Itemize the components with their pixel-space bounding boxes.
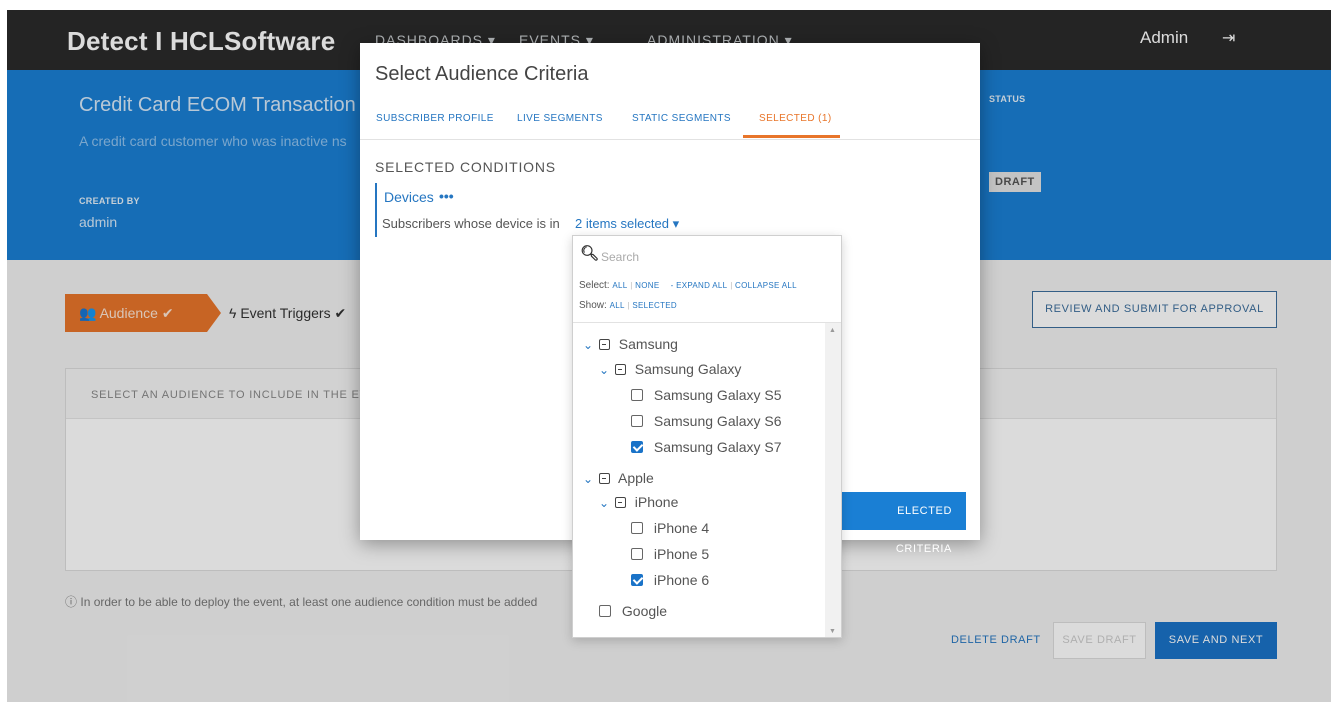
- active-tab-indicator: [743, 135, 840, 138]
- condition-name: Devices: [384, 189, 434, 205]
- tree-node-iphone[interactable]: ⌄ iPhone: [599, 491, 678, 513]
- search-input[interactable]: [601, 244, 831, 270]
- select-all-link[interactable]: ALL: [612, 281, 627, 290]
- tree-item-galaxy-s7[interactable]: Samsung Galaxy S7: [631, 436, 782, 458]
- tree-node-apple[interactable]: ⌄ Apple: [583, 467, 654, 489]
- tree-item-google[interactable]: Google: [599, 600, 667, 622]
- partial-check-icon[interactable]: [614, 364, 626, 375]
- items-selected-dropdown[interactable]: 2 items selected ▾: [575, 216, 679, 232]
- condition-text: Subscribers whose device is in: [382, 216, 560, 231]
- tab-static-segments[interactable]: STATIC SEGMENTS: [632, 113, 731, 124]
- partial-check-icon[interactable]: [598, 473, 610, 484]
- app-frame: Detect I HCLSoftware DASHBOARDS ▾ EVENTS…: [7, 10, 1331, 702]
- apply-selected-criteria-button[interactable]: ELECTED CRITERIA: [838, 492, 966, 555]
- scroll-down-icon[interactable]: ▼: [829, 628, 836, 635]
- checkbox[interactable]: [631, 522, 643, 534]
- scroll-up-icon[interactable]: ▲: [829, 327, 836, 334]
- tab-subscriber-profile[interactable]: SUBSCRIBER PROFILE: [376, 113, 494, 124]
- caret-down-icon: ▾: [672, 216, 680, 231]
- tree-item-galaxy-s5[interactable]: Samsung Galaxy S5: [631, 384, 782, 406]
- tree-node-samsung-galaxy[interactable]: ⌄ Samsung Galaxy: [599, 358, 741, 380]
- collapse-all-link[interactable]: COLLAPSE ALL: [735, 281, 797, 290]
- condition-accent-bar: [375, 183, 377, 237]
- tab-live-segments[interactable]: LIVE SEGMENTS: [517, 113, 603, 124]
- more-options-icon[interactable]: •••: [439, 188, 454, 204]
- partial-check-icon[interactable]: [614, 497, 626, 508]
- checkbox-checked[interactable]: [631, 441, 643, 453]
- device-tree: ⌄ Samsung ⌄ Samsung Galaxy Samsung Galax…: [573, 323, 825, 637]
- checkbox-checked[interactable]: [631, 574, 643, 586]
- tree-item-iphone-6[interactable]: iPhone 6: [631, 569, 709, 591]
- tree-node-samsung[interactable]: ⌄ Samsung: [583, 333, 678, 355]
- select-controls: Select: ALL | NONE - EXPAND ALL | COLLAP…: [579, 280, 797, 291]
- tree-item-iphone-5[interactable]: iPhone 5: [631, 543, 709, 565]
- checkbox[interactable]: [631, 415, 643, 427]
- chevron-down-icon[interactable]: ⌄: [599, 492, 611, 514]
- checkbox[interactable]: [599, 605, 611, 617]
- dropdown-scrollbar[interactable]: ▲ ▼: [825, 323, 841, 637]
- chevron-down-icon[interactable]: ⌄: [583, 334, 595, 356]
- search-icon: 🔍︎: [580, 245, 600, 262]
- checkbox[interactable]: [631, 389, 643, 401]
- chevron-down-icon[interactable]: ⌄: [583, 468, 595, 490]
- modal-title: Select Audience Criteria: [375, 63, 589, 85]
- expand-all-link[interactable]: - EXPAND ALL: [671, 281, 728, 290]
- select-none-link[interactable]: NONE: [635, 281, 659, 290]
- show-all-link[interactable]: ALL: [610, 301, 625, 310]
- tree-item-iphone-4[interactable]: iPhone 4: [631, 517, 709, 539]
- tab-divider: [360, 139, 980, 140]
- tab-selected[interactable]: SELECTED (1): [759, 113, 832, 124]
- show-selected-link[interactable]: SELECTED: [632, 301, 677, 310]
- partial-check-icon[interactable]: [598, 339, 610, 350]
- selected-conditions-title: SELECTED CONDITIONS: [375, 159, 556, 175]
- checkbox[interactable]: [631, 548, 643, 560]
- device-dropdown: 🔍︎ Select: ALL | NONE - EXPAND ALL | COL…: [572, 235, 842, 638]
- tree-item-galaxy-s6[interactable]: Samsung Galaxy S6: [631, 410, 782, 432]
- chevron-down-icon[interactable]: ⌄: [599, 359, 611, 381]
- show-controls: Show: ALL | SELECTED: [579, 300, 677, 311]
